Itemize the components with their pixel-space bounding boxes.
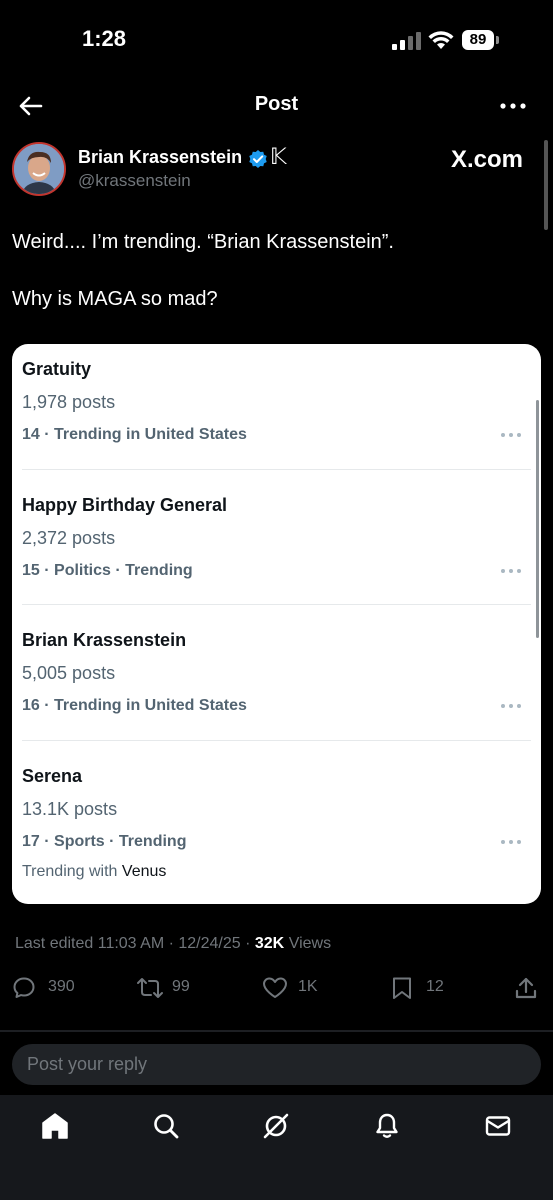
repost-count: 99 [172,978,190,995]
page-title: Post [254,93,299,115]
more-icon[interactable] [498,94,528,118]
source-label: X.com [451,146,524,173]
trend-more-icon [501,704,521,708]
trend-more-icon [501,840,521,844]
repost-button[interactable]: 99 [136,976,216,1000]
mail-icon[interactable] [484,1112,512,1140]
trend-related: Trending with Venus [22,863,166,881]
page-scrollbar[interactable] [544,140,548,230]
like-icon [263,977,287,998]
trend-post-count: 5,005 posts [22,663,116,683]
trend-post-count: 2,372 posts [22,528,116,548]
views-count: 32K [254,935,285,952]
divider [0,1030,553,1032]
trend-name: Brian Krassenstein [22,630,187,650]
post-meta: Last edited 11:03 AM · 12/24/25 · 32K Vi… [15,935,331,953]
grok-icon[interactable] [262,1112,290,1140]
divider [22,469,531,470]
trend-meta: 15 · Politics · Trending [22,562,193,579]
repost-icon [137,978,163,998]
share-icon [515,977,537,999]
divider [22,740,531,741]
trend-post-count: 13.1K posts [22,799,118,819]
reply-icon [13,977,35,998]
like-button[interactable]: 1K [262,976,342,1000]
battery-indicator: 89 [462,30,494,50]
post-text-line-2: Why is MAGA so mad? [12,288,218,310]
bottom-nav [0,1095,553,1200]
avatar[interactable] [12,142,66,196]
author-name[interactable]: Brian Krassenstein [78,147,242,168]
trend-name: Happy Birthday General [22,495,228,515]
bookmark-button[interactable]: 12 [390,976,460,1000]
trend-related-prefix: Trending with [22,863,118,880]
verified-badge-icon [249,150,267,168]
bookmark-count: 12 [426,978,444,995]
reply-placeholder[interactable]: Post your reply [27,1054,147,1075]
author-handle[interactable]: @krassenstein [78,171,191,191]
trend-more-icon [501,569,521,573]
like-count: 1K [298,978,318,995]
home-icon[interactable] [41,1112,69,1140]
share-button[interactable] [514,976,540,1000]
battery-nub [496,36,499,44]
trend-more-icon [501,433,521,437]
bookmark-icon [393,977,411,999]
reply-count: 390 [48,978,75,995]
views-label: Views [288,935,332,952]
search-icon[interactable] [152,1112,180,1140]
edited-timestamp: Last edited 11:03 AM · 12/24/25 · [15,935,251,952]
trend-meta: 16 · Trending in United States [22,697,247,714]
wifi-icon [428,31,454,49]
affiliate-k-badge-icon: 𝕂 [270,145,287,170]
trend-name: Serena [22,766,83,786]
trend-meta: 14 · Trending in United States [22,426,247,443]
card-scrollbar [536,400,539,638]
trending-screenshot-card[interactable]: Gratuity 1,978 posts 14 · Trending in Un… [12,344,541,904]
cellular-signal-icon [392,32,422,50]
trend-related-value: Venus [121,863,167,880]
trend-post-count: 1,978 posts [22,392,116,412]
status-time: 1:28 [82,26,127,51]
divider [22,604,531,605]
reply-button[interactable]: 390 [12,976,92,1000]
trend-name: Gratuity [22,359,92,379]
trend-meta: 17 · Sports · Trending [22,833,187,850]
post-text-line-1: Weird.... I’m trending. “Brian Krassenst… [12,231,394,253]
bell-icon[interactable] [373,1112,401,1140]
